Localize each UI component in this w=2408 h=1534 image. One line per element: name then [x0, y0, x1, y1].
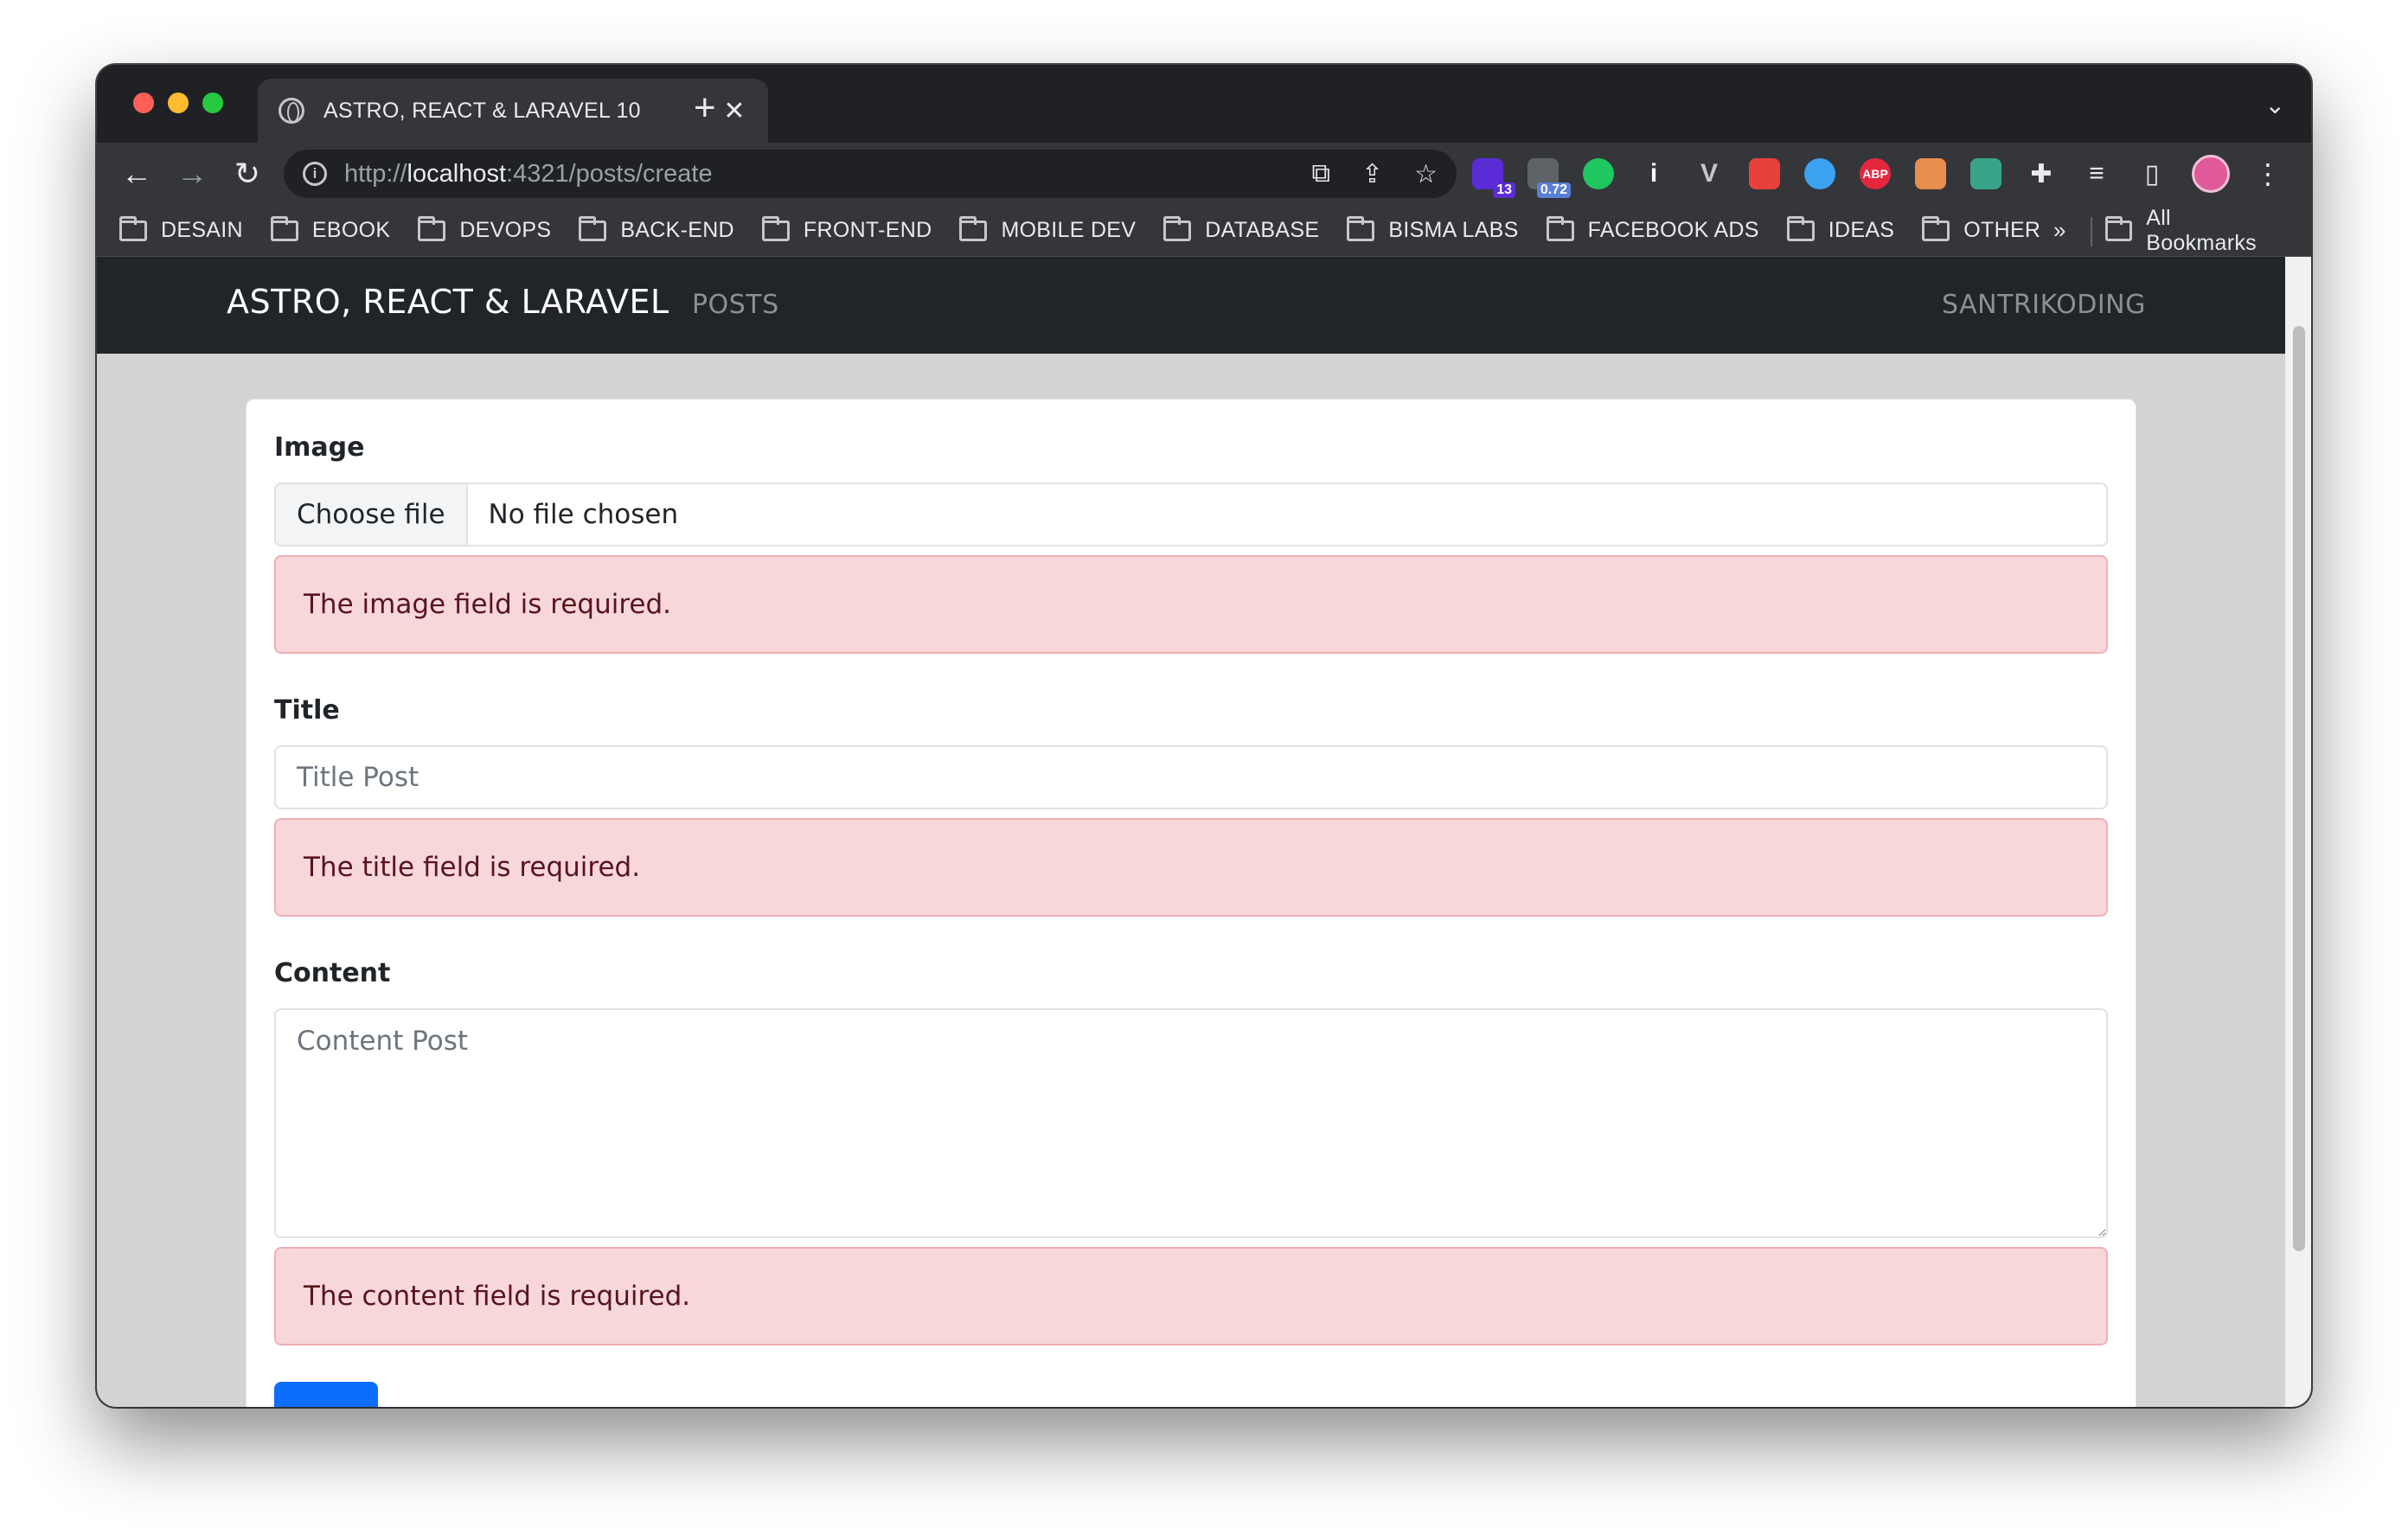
folder-icon: [270, 215, 298, 241]
bookmark-label: FACEBOOK ADS: [1587, 218, 1759, 242]
title-input[interactable]: [274, 745, 2108, 809]
info-extension-icon[interactable]: i: [1638, 158, 1669, 189]
red-extension-icon[interactable]: [1749, 158, 1780, 189]
file-status-text: No file chosen: [488, 499, 679, 530]
folder-icon: [119, 215, 147, 241]
submit-button[interactable]: [274, 1382, 378, 1407]
folder-icon: [418, 215, 446, 241]
bookmark-label: BACK-END: [620, 218, 734, 242]
content-textarea[interactable]: [274, 1008, 2108, 1238]
title-error-alert: The title field is required.: [274, 818, 2108, 917]
bookmark-label: MOBILE DEV: [1001, 218, 1137, 242]
color-ring-extension-icon[interactable]: [1804, 158, 1835, 189]
content-error-alert: The content field is required.: [274, 1247, 2108, 1345]
vue-extension-icon[interactable]: V: [1694, 158, 1725, 189]
folder-icon: [2105, 215, 2133, 241]
scrollbar-thumb[interactable]: [2293, 326, 2305, 1251]
globe-icon: [279, 98, 304, 124]
image-error-alert: The image field is required.: [274, 555, 2108, 654]
bookmark-label: DESAIN: [161, 218, 243, 242]
folder-icon: [959, 215, 988, 241]
tab-active[interactable]: ASTRO, REACT & LARAVEL 10 ✕: [258, 79, 768, 143]
open-in-app-icon[interactable]: ⧉: [1312, 159, 1330, 189]
bookmark-folder-desain[interactable]: DESAIN: [119, 215, 243, 243]
bookmark-folder-bisma-labs[interactable]: BISMA LABS: [1347, 215, 1519, 243]
bookmark-folder-ebook[interactable]: EBOOK: [270, 215, 391, 243]
metrics-extension-icon[interactable]: 0.72: [1527, 158, 1571, 198]
url-text[interactable]: http://localhost:4321/posts/create: [344, 160, 1281, 189]
reading-list-icon[interactable]: ≡: [2081, 158, 2112, 189]
create-post-form: Image Choose file No file chosen The ima…: [246, 399, 2136, 1407]
image-file-input[interactable]: Choose file No file chosen: [274, 483, 2108, 546]
folder-icon: [761, 215, 790, 241]
maximize-window-button[interactable]: [202, 93, 223, 113]
minimize-window-button[interactable]: [168, 93, 189, 113]
page-scrollbar[interactable]: [2285, 257, 2311, 1407]
all-bookmarks-button[interactable]: All Bookmarks: [2105, 206, 2283, 256]
navbar-brand[interactable]: ASTRO, REACT & LARAVEL: [227, 283, 669, 321]
bookmark-label: BISMA LABS: [1388, 218, 1519, 242]
bookmark-label: IDEAS: [1828, 218, 1895, 242]
adblock-extension-icon[interactable]: ABP: [1860, 158, 1891, 189]
cookie-extension-icon[interactable]: [1915, 158, 1946, 189]
folder-icon: [1546, 215, 1574, 241]
bookmark-label: FRONT-END: [803, 218, 932, 242]
bookmarks-overflow-button[interactable]: »: [2053, 217, 2065, 244]
bookmark-label: EBOOK: [311, 218, 391, 242]
title-label: Title: [274, 695, 340, 725]
bookmark-folder-other[interactable]: OTHER: [1922, 215, 2041, 243]
bookmark-folder-back-end[interactable]: BACK-END: [579, 215, 734, 243]
back-button[interactable]: ←: [109, 156, 164, 192]
folder-icon: [1922, 215, 1950, 241]
nav-link-posts[interactable]: POSTS: [692, 290, 779, 320]
folder-icon: [579, 215, 607, 241]
browser-toolbar: ← → ↻ i http://localhost:4321/posts/crea…: [97, 143, 2311, 205]
browser-menu-icon[interactable]: ⋮: [2254, 157, 2282, 190]
bookmark-folder-devops[interactable]: DEVOPS: [418, 215, 552, 243]
folder-icon: [1347, 215, 1375, 241]
extension-badge: 0.72: [1536, 182, 1571, 198]
bookmark-folder-database[interactable]: DATABASE: [1163, 215, 1320, 243]
chatgpt-extension-icon[interactable]: [1970, 158, 2001, 189]
info-icon[interactable]: i: [303, 162, 327, 186]
purple-extension-icon[interactable]: 13: [1472, 158, 1515, 198]
bookmark-star-icon[interactable]: ☆: [1414, 159, 1438, 189]
tab-search-chevron-icon[interactable]: ⌄: [2265, 91, 2285, 119]
new-tab-button[interactable]: +: [694, 89, 716, 127]
folder-icon: [1163, 215, 1192, 241]
green-dot-extension-icon[interactable]: [1583, 158, 1614, 189]
extension-badge: 13: [1493, 182, 1515, 198]
nav-link-santrikoding[interactable]: SANTRIKODING: [1942, 290, 2146, 320]
address-bar[interactable]: i http://localhost:4321/posts/create ⧉ ⇪…: [284, 150, 1457, 198]
extensions-area: 13 0.72 i V ABP ✚ ≡ ▯ ⋮: [1472, 143, 2282, 205]
folder-icon: [1786, 215, 1815, 241]
site-navbar: ASTRO, REACT & LARAVEL POSTS SANTRIKODIN…: [97, 257, 2285, 354]
choose-file-button[interactable]: Choose file: [276, 484, 468, 545]
bookmark-folder-facebook-ads[interactable]: FACEBOOK ADS: [1546, 215, 1759, 243]
bookmark-label: DEVOPS: [459, 218, 552, 242]
profile-avatar[interactable]: [2192, 155, 2230, 193]
tab-title: ASTRO, REACT & LARAVEL 10: [323, 98, 641, 123]
bookmark-label: DATABASE: [1205, 218, 1320, 242]
image-label: Image: [274, 432, 365, 463]
bookmarks-bar: DESAIN EBOOK DEVOPS BACK-END FRONT-END MOBILE…: [97, 205, 2311, 257]
content-label: Content: [274, 958, 391, 988]
puzzle-extension-icon[interactable]: ✚: [2026, 158, 2057, 189]
bookmarks-separator: [2091, 217, 2092, 246]
bookmark-folder-front-end[interactable]: FRONT-END: [761, 215, 932, 243]
close-icon[interactable]: ✕: [721, 96, 747, 126]
reload-button[interactable]: ↻: [220, 156, 275, 192]
browser-window: ASTRO, REACT & LARAVEL 10 ✕ + ⌄ ← → ↻ i …: [97, 65, 2311, 1407]
all-bookmarks-label: All Bookmarks: [2146, 205, 2257, 255]
side-panel-icon[interactable]: ▯: [2136, 158, 2168, 189]
tab-strip: ASTRO, REACT & LARAVEL 10 ✕ + ⌄: [97, 65, 2311, 143]
close-window-button[interactable]: [133, 93, 154, 113]
bookmark-folder-ideas[interactable]: IDEAS: [1786, 215, 1895, 243]
bookmark-folder-mobile-dev[interactable]: MOBILE DEV: [959, 215, 1137, 243]
bookmark-label: OTHER: [1963, 218, 2041, 242]
page-viewport: ASTRO, REACT & LARAVEL POSTS SANTRIKODIN…: [97, 257, 2285, 1407]
forward-button[interactable]: →: [164, 156, 220, 192]
share-icon[interactable]: ⇪: [1361, 159, 1383, 189]
